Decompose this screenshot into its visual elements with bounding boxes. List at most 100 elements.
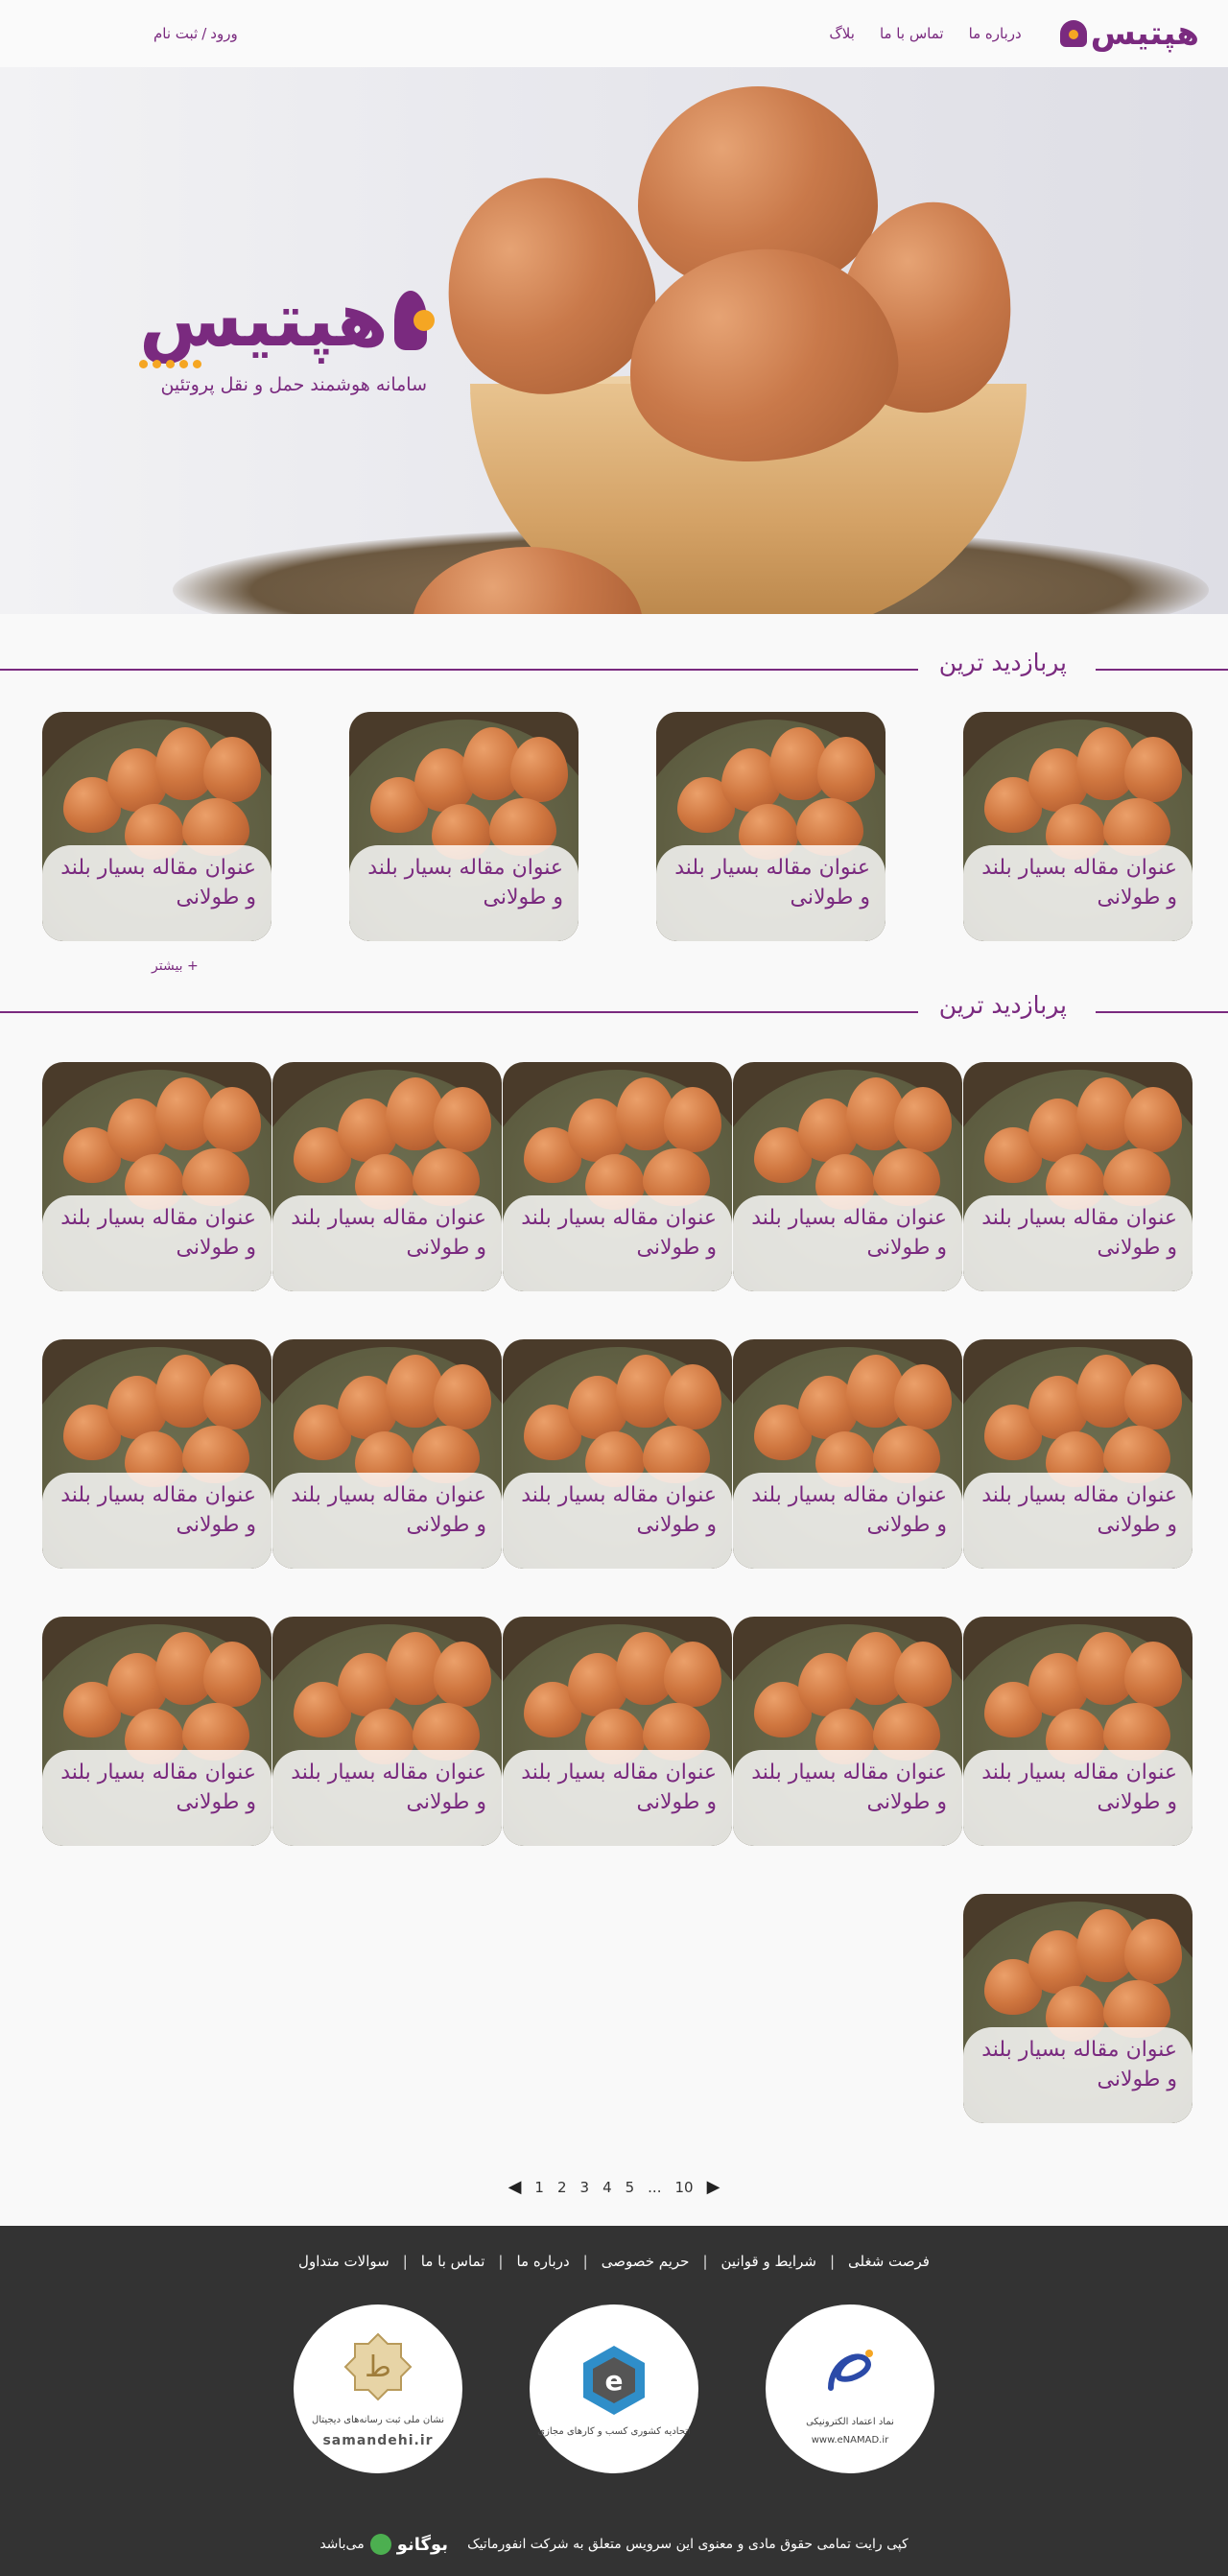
- card-title: عنوان مقاله بسیار بلند و طولانی: [751, 1483, 947, 1537]
- maker-logo-dot-icon: [369, 2534, 391, 2555]
- nav-about[interactable]: درباره ما: [969, 25, 1022, 42]
- nav-contact[interactable]: تماس با ما: [880, 25, 944, 42]
- card-egg: [434, 1642, 491, 1707]
- section-title: پربازدید ترین: [917, 991, 1096, 1019]
- footer-link-privacy[interactable]: حریم خصوصی: [588, 2253, 703, 2270]
- svg-text:ط: ط: [365, 2351, 391, 2384]
- site-footer: فرصت شغلی | شرایط و قوانین | حریم خصوصی …: [0, 2226, 1228, 2576]
- footer-link-terms[interactable]: شرایط و قوانین: [708, 2253, 830, 2270]
- card-title: عنوان مقاله بسیار بلند و طولانی: [981, 856, 1177, 910]
- hero-logo-text: هپتیس: [139, 277, 391, 364]
- card-title: عنوان مقاله بسیار بلند و طولانی: [751, 1761, 947, 1814]
- footer-link-faq[interactable]: سوالات متداول: [285, 2253, 403, 2270]
- samandehi-url: samandehi.ir: [322, 2432, 434, 2448]
- article-card[interactable]: عنوان مقاله بسیار بلند و طولانی: [656, 712, 886, 941]
- footer-link-contact[interactable]: تماس با ما: [408, 2253, 499, 2270]
- article-card[interactable]: عنوان مقاله بسیار بلند و طولانی: [503, 1339, 732, 1569]
- card-egg: [894, 1642, 952, 1707]
- hero-logo: هپتیس: [139, 277, 436, 364]
- card-egg: [894, 1087, 952, 1152]
- footer-link-separator: |: [829, 2253, 835, 2270]
- card-title: عنوان مقاله بسیار بلند و طولانی: [367, 856, 563, 910]
- article-card[interactable]: عنوان مقاله بسیار بلند و طولانی: [42, 712, 272, 941]
- samandehi-caption: نشان ملی ثبت رسانه‌های دیجیتال: [311, 2414, 445, 2425]
- articles-cards-grid: عنوان مقاله بسیار بلند و طولانی عنوان مقا…: [0, 1062, 1228, 2123]
- article-card[interactable]: عنوان مقاله بسیار بلند و طولانی: [349, 712, 579, 941]
- article-card[interactable]: عنوان مقاله بسیار بلند و طولانی: [963, 1894, 1193, 2123]
- card-title: عنوان مقاله بسیار بلند و طولانی: [981, 1761, 1177, 1814]
- site-logo[interactable]: هپتیس: [1059, 14, 1200, 53]
- arrow-left-icon[interactable]: ◀: [508, 2177, 522, 2197]
- samandehi-badge[interactable]: ط نشان ملی ثبت رسانه‌های دیجیتال samande…: [294, 2304, 462, 2473]
- card-egg: [1124, 1642, 1182, 1707]
- enamad-url: www.eNAMAD.ir: [811, 2435, 889, 2446]
- article-card[interactable]: عنوان مقاله بسیار بلند و طولانی: [272, 1339, 502, 1569]
- card-title: عنوان مقاله بسیار بلند و طولانی: [521, 1483, 717, 1537]
- pagination: ◀ 1 2 3 4 5 ... 10 ▶: [0, 2177, 1228, 2197]
- article-card[interactable]: عنوان مقاله بسیار بلند و طولانی: [42, 1617, 272, 1846]
- page-10[interactable]: 10: [674, 2179, 693, 2196]
- article-card[interactable]: عنوان مقاله بسیار بلند و طولانی: [272, 1062, 502, 1291]
- footer-link-about[interactable]: درباره ما: [503, 2253, 582, 2270]
- footer-link-careers[interactable]: فرصت شغلی: [835, 2253, 943, 2270]
- enamad-caption: نماد اعتماد الکترونیکی: [806, 2417, 894, 2427]
- all-articles-section-heading: پربازدید ترین: [0, 968, 1228, 1045]
- card-egg: [664, 1642, 721, 1707]
- hero-logo-mark-icon: [393, 291, 436, 350]
- article-card[interactable]: عنوان مقاله بسیار بلند و طولانی: [733, 1062, 962, 1291]
- etehadie-emblem-icon: e: [576, 2342, 652, 2419]
- nav-blog[interactable]: بلاگ: [829, 25, 855, 42]
- arrow-right-icon[interactable]: ▶: [707, 2177, 720, 2197]
- enamad-badge[interactable]: نماد اعتماد الکترونیکی www.eNAMAD.ir: [766, 2304, 934, 2473]
- card-egg: [1124, 1364, 1182, 1430]
- card-egg: [203, 1087, 261, 1152]
- copyright-bar: کپی رایت تمامی حقوق مادی و معنوی این سرو…: [0, 2534, 1228, 2555]
- card-title: عنوان مقاله بسیار بلند و طولانی: [981, 2038, 1177, 2092]
- card-title: عنوان مقاله بسیار بلند و طولانی: [291, 1761, 486, 1814]
- card-title: عنوان مقاله بسیار بلند و طولانی: [521, 1206, 717, 1260]
- etehadie-badge[interactable]: e اتحادیه کشوری کسب و کارهای مجازی: [530, 2304, 698, 2473]
- article-card[interactable]: عنوان مقاله بسیار بلند و طولانی: [733, 1617, 962, 1846]
- card-title: عنوان مقاله بسیار بلند و طولانی: [60, 856, 256, 910]
- article-card[interactable]: عنوان مقاله بسیار بلند و طولانی: [503, 1062, 732, 1291]
- login-link[interactable]: ورود: [210, 25, 237, 42]
- footer-link-separator: |: [582, 2253, 588, 2270]
- site-logo-text: هپتیس: [1090, 14, 1200, 53]
- page-ellipsis: ...: [648, 2178, 662, 2196]
- maker-logo[interactable]: می‌باشد بوگانو: [319, 2534, 448, 2555]
- page-4[interactable]: 4: [602, 2179, 612, 2196]
- enamad-emblem-icon: [812, 2332, 888, 2409]
- card-egg: [203, 1364, 261, 1430]
- article-card[interactable]: عنوان مقاله بسیار بلند و طولانی: [272, 1617, 502, 1846]
- popular-cards-grid: عنوان مقاله بسیار بلند و طولانی عنوان مق…: [0, 712, 1228, 941]
- svg-text:e: e: [605, 2365, 624, 2397]
- article-card[interactable]: عنوان مقاله بسیار بلند و طولانی: [42, 1062, 272, 1291]
- card-title: عنوان مقاله بسیار بلند و طولانی: [60, 1206, 256, 1260]
- page-2[interactable]: 2: [557, 2179, 567, 2196]
- card-title: عنوان مقاله بسیار بلند و طولانی: [674, 856, 870, 910]
- copyright-text: کپی رایت تمامی حقوق مادی و معنوی این سرو…: [467, 2537, 909, 2552]
- footer-link-separator: |: [498, 2253, 504, 2270]
- page-1[interactable]: 1: [534, 2179, 544, 2196]
- hero-banner: هپتیس سامانه هوشمند حمل و نقل پروتئین: [0, 67, 1228, 614]
- card-title: عنوان مقاله بسیار بلند و طولانی: [981, 1206, 1177, 1260]
- hero-text: هپتیس سامانه هوشمند حمل و نقل پروتئین: [139, 277, 436, 395]
- article-card[interactable]: عنوان مقاله بسیار بلند و طولانی: [42, 1339, 272, 1569]
- page-5[interactable]: 5: [626, 2179, 635, 2196]
- card-title: عنوان مقاله بسیار بلند و طولانی: [751, 1206, 947, 1260]
- popular-section-heading: پربازدید ترین: [0, 626, 1228, 702]
- auth-links: ورود / ثبت نام: [154, 25, 238, 42]
- article-card[interactable]: عنوان مقاله بسیار بلند و طولانی: [503, 1617, 732, 1846]
- register-link[interactable]: ثبت نام: [154, 25, 198, 42]
- article-card[interactable]: عنوان مقاله بسیار بلند و طولانی: [733, 1339, 962, 1569]
- article-card[interactable]: عنوان مقاله بسیار بلند و طولانی: [963, 1062, 1193, 1291]
- card-title: عنوان مقاله بسیار بلند و طولانی: [291, 1483, 486, 1537]
- card-egg: [664, 1087, 721, 1152]
- main-nav: درباره ما تماس با ما بلاگ: [829, 25, 1021, 42]
- footer-links: فرصت شغلی | شرایط و قوانین | حریم خصوصی …: [0, 2226, 1228, 2270]
- article-card[interactable]: عنوان مقاله بسیار بلند و طولانی: [963, 712, 1193, 941]
- section-title: پربازدید ترین: [917, 649, 1096, 676]
- page-3[interactable]: 3: [580, 2179, 590, 2196]
- article-card[interactable]: عنوان مقاله بسیار بلند و طولانی: [963, 1339, 1193, 1569]
- article-card[interactable]: عنوان مقاله بسیار بلند و طولانی: [963, 1617, 1193, 1846]
